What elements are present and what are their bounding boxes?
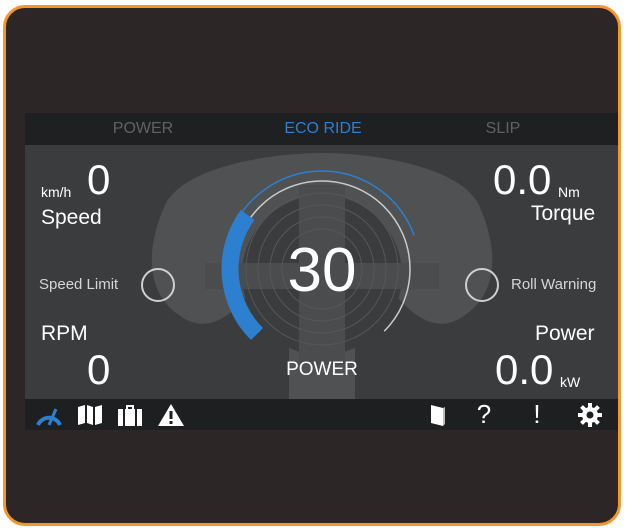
rpm-value: 0 bbox=[87, 346, 111, 393]
help-icon[interactable]: ? bbox=[471, 399, 497, 430]
gauge-value: 30 bbox=[288, 236, 357, 305]
speed-label: Speed bbox=[41, 206, 102, 229]
power-value: 0.0 bbox=[495, 346, 554, 393]
mode-slip-tab[interactable]: SLIP bbox=[443, 113, 563, 145]
map-icon[interactable] bbox=[75, 399, 105, 430]
bottom-toolbar: ? ! bbox=[25, 399, 618, 430]
roll-warning-label: Roll Warning bbox=[511, 276, 597, 293]
mode-power-tab[interactable]: POWER bbox=[83, 113, 203, 145]
mode-bar: POWER ECO RIDE SLIP bbox=[25, 113, 618, 145]
book-icon[interactable] bbox=[425, 399, 451, 430]
dashboard-screen: POWER ECO RIDE SLIP km/h 0 Speed 0.0 Nm … bbox=[25, 113, 618, 430]
torque-value: 0.0 bbox=[493, 156, 552, 203]
mode-eco-ride-tab[interactable]: ECO RIDE bbox=[263, 113, 383, 145]
warning-icon[interactable] bbox=[155, 399, 187, 430]
device-frame: POWER ECO RIDE SLIP km/h 0 Speed 0.0 Nm … bbox=[3, 5, 621, 526]
speed-unit: km/h bbox=[41, 184, 72, 200]
gauge-fill-arc bbox=[221, 209, 264, 341]
briefcase-icon[interactable] bbox=[115, 399, 145, 430]
roll-warning-indicator[interactable] bbox=[465, 268, 499, 302]
torque-label: Torque bbox=[531, 202, 596, 225]
gauge-label: POWER bbox=[286, 359, 358, 379]
power-label: Power bbox=[535, 322, 595, 345]
power-gauge: 30 POWER bbox=[221, 170, 415, 379]
speed-limit-label: Speed Limit bbox=[39, 276, 119, 293]
alert-icon[interactable]: ! bbox=[527, 399, 547, 430]
torque-unit: Nm bbox=[558, 184, 580, 200]
speedometer-icon[interactable] bbox=[33, 399, 65, 430]
power-unit: kW bbox=[560, 374, 581, 390]
speed-value: 0 bbox=[87, 156, 111, 203]
speed-limit-indicator[interactable] bbox=[141, 268, 175, 302]
settings-icon[interactable] bbox=[575, 399, 605, 430]
rpm-label: RPM bbox=[41, 322, 88, 345]
